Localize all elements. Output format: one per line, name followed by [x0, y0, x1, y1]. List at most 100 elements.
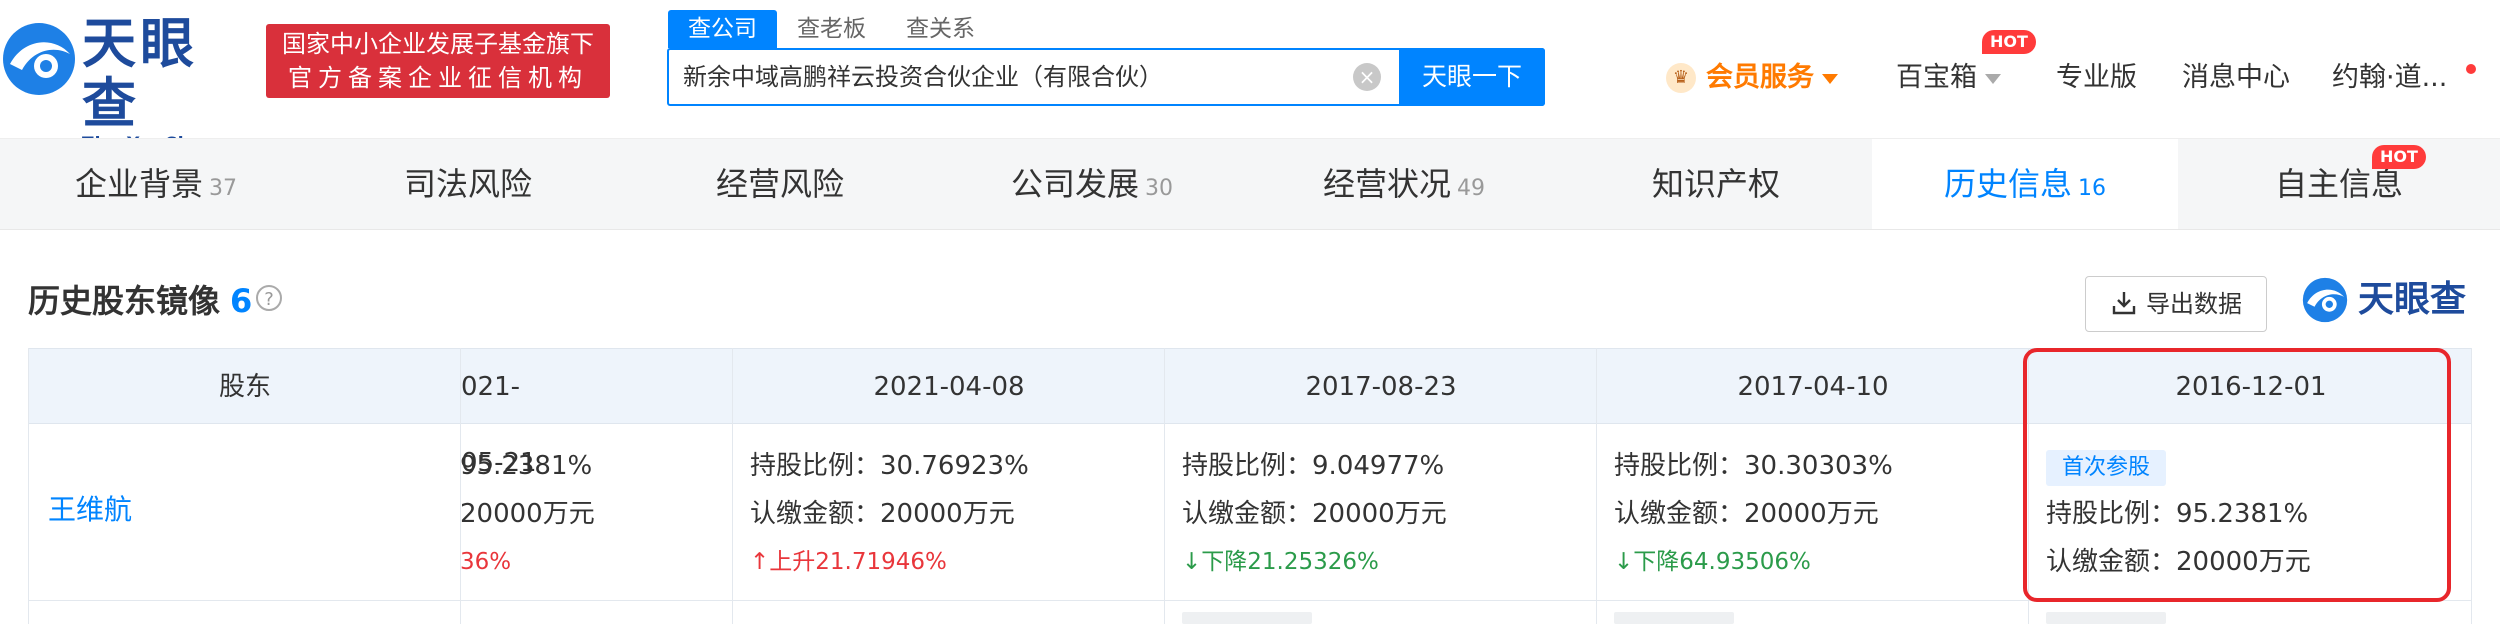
- tianyancha-logo-icon: [3, 23, 75, 95]
- column-divider: [2028, 348, 2029, 624]
- download-icon: [2112, 292, 2136, 315]
- help-icon[interactable]: ?: [256, 285, 282, 311]
- tab-history-info[interactable]: 历史信息 16: [1872, 139, 2178, 229]
- notification-dot: [2466, 64, 2476, 74]
- tab-label: 经营状况: [1322, 165, 1451, 203]
- arrow-down-icon: ↓: [1182, 549, 1202, 575]
- hot-badge: HOT: [1982, 30, 2036, 54]
- amount-label: 认缴金额：: [1182, 499, 1313, 529]
- section-title-text: 历史股东镜像: [28, 282, 221, 320]
- section-title: 历史股东镜像 6: [28, 276, 252, 322]
- subscribed-amount: 认缴金额：20000万元: [750, 490, 1015, 538]
- tab-label: 历史信息: [1943, 165, 2072, 203]
- banner-line-1: 国家中小企业发展子基金旗下: [282, 30, 594, 58]
- change-value: 上升21.71946%: [769, 549, 947, 575]
- change-rate: ↓下降21.25326%: [1182, 538, 1379, 586]
- tab-legal-risk[interactable]: 司法风险: [312, 139, 624, 229]
- logo-text: 天眼查: [82, 12, 198, 135]
- tab-company-development[interactable]: 公司发展 30: [936, 139, 1248, 229]
- row-divider: [28, 600, 2472, 601]
- arrow-up-icon: ↑: [750, 549, 770, 575]
- section-count: 6: [230, 282, 253, 320]
- tab-intellectual-property[interactable]: 知识产权: [1560, 139, 1872, 229]
- message-center-link[interactable]: 消息中心: [2182, 58, 2290, 98]
- arrow-down-icon: ↓: [1614, 549, 1634, 575]
- next-row-placeholder: [1182, 612, 1312, 624]
- tab-label: 自主信息: [2274, 165, 2403, 203]
- export-label: 导出数据: [2146, 290, 2242, 318]
- subscribed-amount: 认缴金额：20000万元: [1182, 490, 1447, 538]
- tianyancha-logo-icon: [2302, 277, 2348, 323]
- toolbox-menu[interactable]: 百宝箱: [1896, 58, 2001, 98]
- column-header-date: 2016-12-01: [2175, 372, 2327, 402]
- tab-count: 37: [209, 176, 237, 201]
- column-divider: [28, 348, 29, 624]
- column-header-date: 2021-04-08: [873, 372, 1025, 402]
- ratio-label: 持股比例：: [750, 451, 881, 481]
- amount-label: 认缴金额：: [1614, 499, 1745, 529]
- search-type-tabs: 查公司 查老板 查关系: [668, 10, 995, 48]
- table-header: 股东 021-05-21 2021-04-08 2017-08-23 2017-…: [28, 348, 2472, 478]
- company-tabs: 企业背景 37 司法风险 经营风险 公司发展 30 经营状况 49 知识产权 历史信息…: [0, 138, 2500, 230]
- ratio-label: 持股比例：: [1614, 451, 1745, 481]
- vip-service-menu[interactable]: ♛ 会员服务: [1666, 58, 1838, 98]
- subscribed-amount: 认缴金额：20000万元: [1614, 490, 1879, 538]
- column-divider: [2471, 348, 2472, 624]
- tab-label: 公司发展: [1010, 165, 1139, 203]
- search-tab-relation[interactable]: 查关系: [886, 10, 995, 48]
- tab-company-background[interactable]: 企业背景 37: [0, 139, 312, 229]
- watermark-text: 天眼查: [2358, 279, 2467, 320]
- change-rate: ↓下降64.93506%: [1614, 538, 1811, 586]
- tab-self-info[interactable]: 自主信息: [2178, 139, 2500, 229]
- vip-label: 会员服务: [1706, 62, 1814, 93]
- shareholder-name-link[interactable]: 王维航: [48, 488, 132, 528]
- holding-ratio: 持股比例：30.30303%: [1614, 442, 1893, 490]
- amount-label: 认缴金额：: [750, 499, 881, 529]
- subscribed-amount: 认缴金额：20000万元: [2046, 538, 2311, 586]
- column-header-date: 2017-08-23: [1305, 372, 1457, 402]
- official-banner: 国家中小企业发展子基金旗下 官方备案企业征信机构: [266, 24, 610, 98]
- tab-label: 企业背景: [74, 165, 203, 203]
- column-divider: [732, 348, 733, 624]
- change-value: 下降64.93506%: [1633, 549, 1811, 575]
- amount-value: 20000万元: [880, 499, 1015, 529]
- export-data-button[interactable]: 导出数据: [2085, 276, 2267, 332]
- chevron-down-icon: [1822, 73, 1838, 84]
- holding-ratio: 95.2381%: [460, 451, 593, 481]
- tab-business-status[interactable]: 经营状况 49: [1248, 139, 1560, 229]
- ratio-value: 9.04977%: [1312, 451, 1445, 481]
- ratio-label: 持股比例：: [2046, 499, 2177, 529]
- ratio-value: 30.30303%: [1744, 451, 1893, 481]
- tab-label: 司法风险: [403, 165, 532, 203]
- tab-label: 经营风险: [715, 165, 844, 203]
- holding-ratio: 持股比例：9.04977%: [1182, 442, 1444, 490]
- search-box: × 天眼一下: [667, 48, 1545, 106]
- holding-ratio: 持股比例：30.76923%: [750, 442, 1029, 490]
- holding-ratio: 持股比例：95.2381%: [2046, 490, 2308, 538]
- toolbox-label: 百宝箱: [1896, 62, 1977, 93]
- tab-count: 49: [1457, 176, 1485, 201]
- chevron-down-icon: [1985, 73, 2001, 84]
- top-header: 天眼查 TianYanCha.com 国家中小企业发展子基金旗下 官方备案企业征…: [0, 0, 2500, 154]
- ratio-label: 持股比例：: [1182, 451, 1313, 481]
- search-button[interactable]: 天眼一下: [1399, 48, 1545, 106]
- shareholder-history-table: 股东 021-05-21 2021-04-08 2017-08-23 2017-…: [28, 348, 2472, 624]
- amount-value: 20000万元: [2176, 547, 2311, 577]
- crown-icon: ♛: [1666, 63, 1696, 93]
- user-menu[interactable]: 约翰·道...: [2332, 58, 2447, 98]
- search-input[interactable]: [683, 50, 1383, 104]
- pro-version-link[interactable]: 专业版: [2056, 58, 2137, 98]
- next-row-placeholder: [2046, 612, 2166, 624]
- banner-line-2: 官方备案企业征信机构: [288, 64, 588, 92]
- amount-value: 20000万元: [1744, 499, 1879, 529]
- hot-badge: HOT: [2372, 145, 2426, 169]
- amount-value: 20000万元: [1312, 499, 1447, 529]
- clear-icon[interactable]: ×: [1353, 63, 1381, 91]
- change-rate: 36%: [460, 549, 512, 575]
- search-tab-company[interactable]: 查公司: [668, 10, 777, 48]
- ratio-value: 95.2381%: [2176, 499, 2309, 529]
- search-tab-boss[interactable]: 查老板: [777, 10, 886, 48]
- tab-operation-risk[interactable]: 经营风险: [624, 139, 936, 229]
- amount-label: 认缴金额：: [2046, 547, 2177, 577]
- column-header-date: 2017-04-10: [1737, 372, 1889, 402]
